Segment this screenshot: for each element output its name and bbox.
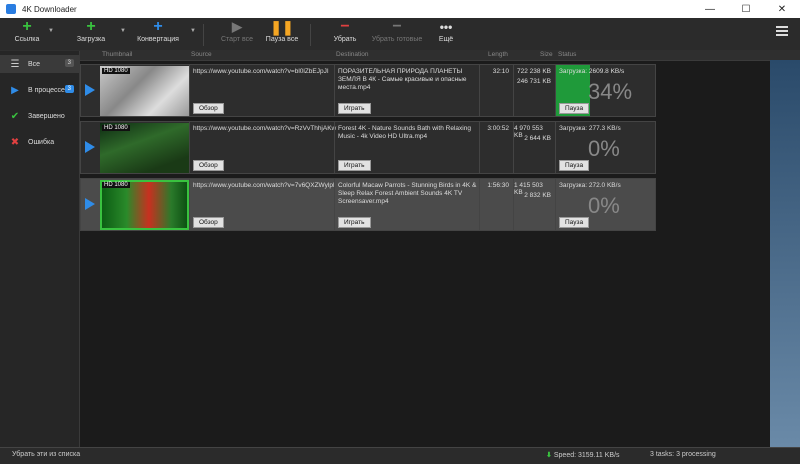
browse-button[interactable]: Обзор xyxy=(193,217,224,228)
pause-all-button[interactable]: ❚❚ Пауза все xyxy=(264,18,300,50)
app-icon xyxy=(6,4,16,14)
column-thumbnail[interactable]: Thumbnail xyxy=(102,51,132,58)
browse-button[interactable]: Обзор xyxy=(193,103,224,114)
play-icon: ▶ xyxy=(232,19,242,34)
remove-done-button[interactable]: − Убрать готовые xyxy=(370,18,424,50)
pause-button[interactable]: Пауза xyxy=(559,160,590,171)
pause-icon: ❚❚ xyxy=(270,19,294,35)
destination-cell: Forest 4K - Nature Sounds Bath with Rela… xyxy=(334,122,479,173)
convert-button[interactable]: + Конвертация xyxy=(134,18,182,50)
status-cell: Загрузка: 272.0 KB/s 0% Пауза xyxy=(555,179,655,230)
chevron-down-icon[interactable]: ▼ xyxy=(48,28,54,34)
status-cell: Загрузка: 277.3 KB/s 0% Пауза xyxy=(555,122,655,173)
destination-cell: Colorful Macaw Parrots - Stunning Birds … xyxy=(334,179,479,230)
source-cell: https://www.youtube.com/watch?v=bl0lZbEJ… xyxy=(189,65,334,116)
length-cell: 3:00:52 xyxy=(479,122,513,173)
toolbar: + Ссылка ▼ + Загрузка ▼ + Конвертация ▼ … xyxy=(0,18,800,50)
browse-button[interactable]: Обзор xyxy=(193,160,224,171)
destination-cell: ПОРАЗИТЕЛЬНАЯ ПРИРОДА ПЛАНЕТЫ ЗЕМЛЯ В 4К… xyxy=(334,65,479,116)
chevron-down-icon[interactable]: ▼ xyxy=(190,28,196,34)
start-all-button[interactable]: ▶ Старт все xyxy=(220,18,254,50)
maximize-button[interactable]: ☐ xyxy=(728,0,764,18)
download-row[interactable]: HD 1080 https://www.youtube.com/watch?v=… xyxy=(80,178,656,231)
column-source[interactable]: Source xyxy=(191,51,212,58)
chevron-down-icon[interactable]: ▼ xyxy=(120,28,126,34)
source-cell: https://www.youtube.com/watch?v=7v6QXZWy… xyxy=(189,179,335,230)
size-cell: 1 415 503 KB 2 832 KB xyxy=(513,179,555,230)
size-cell: 4 970 553 KB 2 644 KB xyxy=(513,122,555,173)
toolbar-divider xyxy=(203,24,204,46)
plus-icon: + xyxy=(86,18,96,35)
pause-button[interactable]: Пауза xyxy=(559,217,590,228)
ellipsis-icon: ••• xyxy=(439,20,453,34)
minus-icon: − xyxy=(392,18,402,35)
column-destination[interactable]: Destination xyxy=(336,51,369,58)
column-status[interactable]: Status xyxy=(558,51,576,58)
download-row[interactable]: HD 1080 https://www.youtube.com/watch?v=… xyxy=(80,121,656,174)
downloads-area xyxy=(81,62,800,447)
desktop-background xyxy=(770,60,800,447)
title-bar: 4K Downloader — ☐ ✕ xyxy=(0,0,800,18)
length-cell: 32:10 xyxy=(479,65,513,116)
length-cell: 1:56:30 xyxy=(479,179,513,230)
sidebar-item-all[interactable]: ☰ Все 3 xyxy=(0,55,80,73)
status-cell: Загрузка: 2609.8 KB/s 34% Пауза xyxy=(555,65,655,116)
column-size[interactable]: Size xyxy=(540,51,553,58)
status-bar: Убрать эти из списка ⬇ Speed: 3159.11 KB/… xyxy=(0,447,800,464)
video-thumbnail: HD 1080 xyxy=(100,180,189,230)
video-thumbnail: HD 1080 xyxy=(100,123,189,173)
error-icon: ✖ xyxy=(10,136,20,148)
sidebar-item-completed[interactable]: ✔ Завершено xyxy=(0,107,80,125)
plus-icon: + xyxy=(153,18,163,35)
column-length[interactable]: Length xyxy=(488,51,508,58)
sidebar: ☰ Все 3 ▶ В процессе 3 ✔ Завершено ✖ Оши… xyxy=(0,51,80,447)
count-badge: 3 xyxy=(64,85,74,93)
play-icon[interactable] xyxy=(85,84,95,96)
play-button[interactable]: Играть xyxy=(338,160,371,171)
video-thumbnail: HD 1080 xyxy=(100,66,189,116)
play-icon[interactable] xyxy=(85,141,95,153)
sidebar-item-in-progress[interactable]: ▶ В процессе 3 xyxy=(0,81,80,99)
minimize-button[interactable]: — xyxy=(692,0,728,18)
speed-readout: ⬇ Speed: 3159.11 KB/s xyxy=(546,452,620,459)
window-title: 4K Downloader xyxy=(22,4,77,14)
close-button[interactable]: ✕ xyxy=(764,0,800,18)
source-cell: https://www.youtube.com/watch?v=RzVvThhj… xyxy=(189,122,336,173)
download-button[interactable]: + Загрузка xyxy=(72,18,110,50)
play-icon: ▶ xyxy=(11,84,19,96)
play-icon[interactable] xyxy=(85,198,95,210)
play-button[interactable]: Играть xyxy=(338,103,371,114)
download-arrow-icon: ⬇ xyxy=(546,452,552,459)
plus-icon: + xyxy=(22,18,32,35)
count-badge: 3 xyxy=(64,59,74,67)
tasks-summary: 3 tasks: 3 processing xyxy=(650,451,716,458)
add-link-button[interactable]: + Ссылка xyxy=(10,18,44,50)
remove-from-list-link[interactable]: Убрать эти из списка xyxy=(12,451,80,458)
play-button[interactable]: Играть xyxy=(338,217,371,228)
download-row[interactable]: HD 1080 https://www.youtube.com/watch?v=… xyxy=(80,64,656,117)
list-icon: ☰ xyxy=(10,58,20,70)
sidebar-item-error[interactable]: ✖ Ошибка xyxy=(0,133,80,151)
pause-button[interactable]: Пауза xyxy=(559,103,590,114)
toolbar-divider xyxy=(310,24,311,46)
remove-button[interactable]: − Убрать xyxy=(328,18,362,50)
menu-icon[interactable] xyxy=(776,26,788,36)
column-header: Thumbnail Source Destination Length Size… xyxy=(0,50,800,61)
more-button[interactable]: ••• Ещё xyxy=(434,18,458,50)
minus-icon: − xyxy=(340,18,350,35)
check-icon: ✔ xyxy=(10,110,20,122)
size-cell: 722 238 KB 246 731 KB xyxy=(513,65,555,116)
